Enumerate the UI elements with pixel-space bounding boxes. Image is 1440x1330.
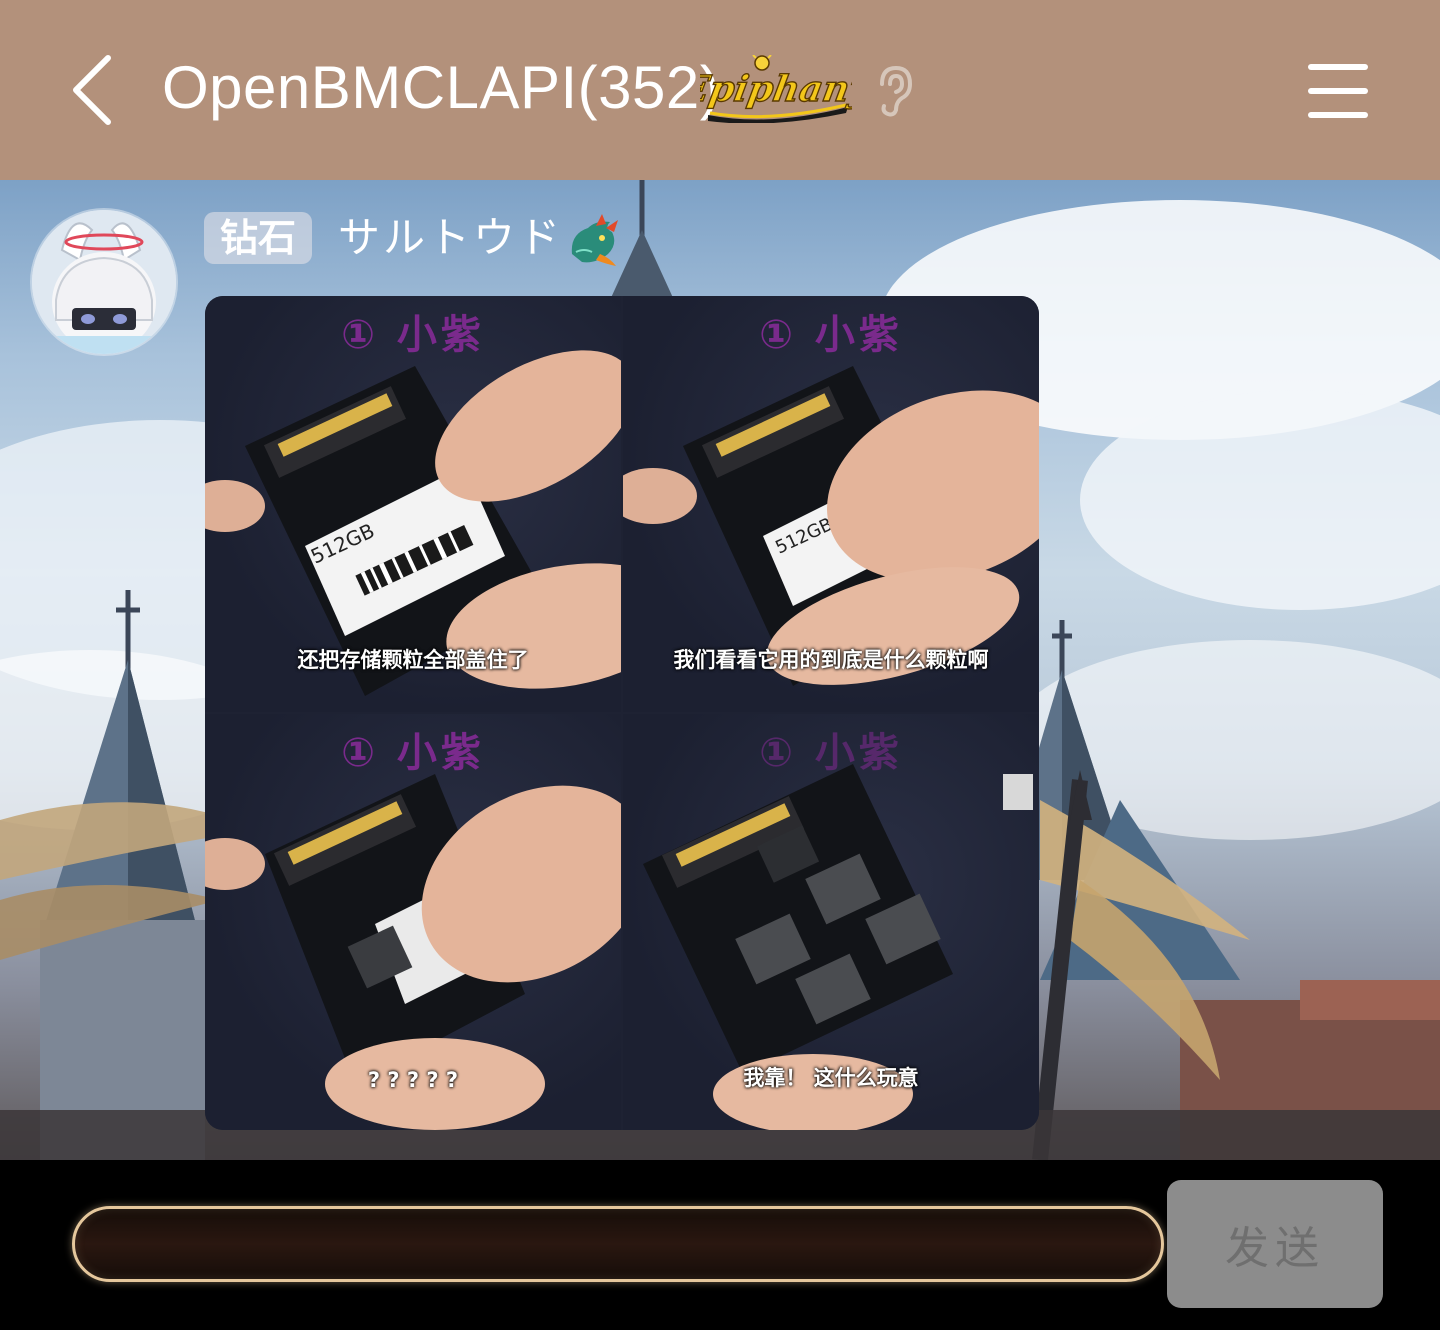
epiphany-logo: Epiphany <box>700 55 852 123</box>
sender-avatar[interactable] <box>32 210 176 354</box>
chat-message-area[interactable]: 钻石 サルトウド 512GB ① 小紫 还把存储颗粒全部盖住了 512GB ① … <box>0 180 1440 1160</box>
image-panel: ① 小紫 我靠！ 这什么玩意 <box>623 714 1039 1130</box>
image-panel: ① 小紫 ? ? ? ? ? <box>205 714 621 1130</box>
hamburger-menu-icon <box>1308 64 1368 70</box>
avatar-image <box>32 210 176 354</box>
menu-button[interactable] <box>1300 58 1376 122</box>
svg-text:Epiphany: Epiphany <box>700 67 852 110</box>
ear-icon[interactable] <box>868 62 916 118</box>
image-panel: 512GB ① 小紫 还把存储颗粒全部盖住了 <box>205 296 621 712</box>
send-button[interactable]: 发送 <box>1167 1180 1383 1308</box>
video-watermark: ① 小紫 <box>759 312 903 358</box>
sender-name[interactable]: サルトウド <box>338 208 563 268</box>
chat-title[interactable]: OpenBMCLAPI(352) <box>162 50 720 126</box>
video-caption: 我们看看它用的到底是什么颗粒啊 <box>673 648 989 672</box>
dragon-icon <box>571 214 618 266</box>
video-watermark: ① 小紫 <box>341 312 485 358</box>
video-caption: 还把存储颗粒全部盖住了 <box>297 648 529 672</box>
video-caption: ? ? ? ? ? <box>367 1068 459 1092</box>
message-input[interactable] <box>72 1206 1164 1282</box>
member-rank-badge: 钻石 <box>204 212 313 264</box>
chat-header: OpenBMCLAPI(352) Epiphany <box>0 0 1440 180</box>
image-panel: 512GB ① 小紫 我们看看它用的到底是什么颗粒啊 <box>623 296 1039 712</box>
image-message[interactable]: 512GB ① 小紫 还把存储颗粒全部盖住了 512GB ① 小紫 我们看看它用… <box>205 296 1039 1130</box>
chevron-left-icon <box>73 55 111 125</box>
video-caption: 我靠！ 这什么玩意 <box>743 1066 919 1090</box>
video-watermark: ① 小紫 <box>759 730 903 776</box>
back-button[interactable] <box>60 52 124 128</box>
message-composer: 发送 <box>0 1160 1440 1330</box>
video-watermark: ① 小紫 <box>341 730 485 776</box>
